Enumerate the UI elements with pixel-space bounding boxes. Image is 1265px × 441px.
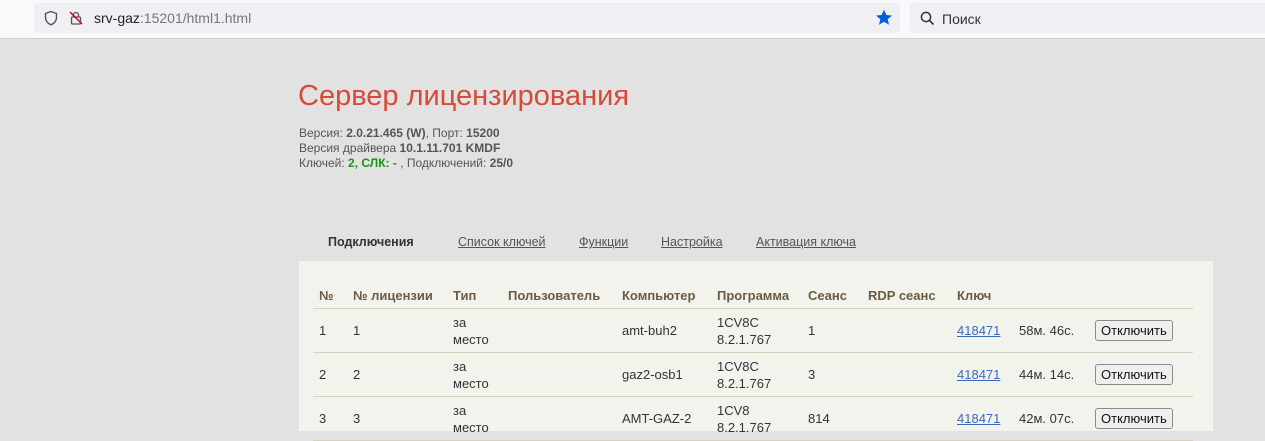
cell-user <box>502 396 616 441</box>
keys-line: Ключей: 2, СЛК: - , Подключений: 25/0 <box>299 156 513 171</box>
connections-label: , Подключений: <box>400 156 487 170</box>
col-header-number[interactable]: № <box>313 283 347 309</box>
bookmark-star-icon[interactable] <box>874 8 894 33</box>
key-link[interactable]: 418471 <box>957 323 1000 338</box>
cell-key: 418471 <box>951 308 1013 353</box>
cell-user <box>502 352 616 397</box>
cell-key: 418471 <box>951 352 1013 397</box>
port-label: , Порт: <box>425 126 463 140</box>
cell-rdp <box>862 396 951 441</box>
search-icon <box>920 11 935 31</box>
table-row: 1 1 за место amt-buh2 1CV8C 8.2.1.767 1 … <box>313 308 1193 353</box>
keys-label: Ключей: <box>299 156 345 170</box>
cell-type: за место <box>447 352 502 397</box>
connections-table: № № лицензии Тип Пользователь Компьютер … <box>313 283 1193 441</box>
shield-icon[interactable] <box>43 10 59 31</box>
search-placeholder: Поиск <box>942 11 981 27</box>
cell-rdp <box>862 352 951 397</box>
table-row: 3 3 за место AMT-GAZ-2 1CV8 8.2.1.767 81… <box>313 396 1193 441</box>
table-row: 2 2 за место gaz2-osb1 1CV8C 8.2.1.767 3… <box>313 352 1193 397</box>
tab-connections[interactable]: Подключения <box>328 235 414 249</box>
search-box[interactable]: Поиск <box>910 3 1265 33</box>
table-header-row: № № лицензии Тип Пользователь Компьютер … <box>313 283 1193 309</box>
cell-computer: gaz2-osb1 <box>616 352 711 397</box>
cell-action: Отключить <box>1089 308 1193 353</box>
col-header-key[interactable]: Ключ <box>951 283 1013 309</box>
url-path: :15201/html1.html <box>139 10 252 26</box>
insecure-lock-icon[interactable] <box>68 10 84 31</box>
cell-number: 2 <box>313 352 347 397</box>
url-host: srv-gaz <box>94 10 140 26</box>
col-header-rdp[interactable]: RDP сеанс <box>862 283 951 309</box>
version-value: 2.0.21.465 (W) <box>346 126 426 140</box>
cell-program: 1CV8C 8.2.1.767 <box>711 308 802 353</box>
cell-computer: amt-buh2 <box>616 308 711 353</box>
driver-label: Версия драйвера <box>299 141 397 155</box>
cell-type: за место <box>447 308 502 353</box>
cell-number: 1 <box>313 308 347 353</box>
col-header-program[interactable]: Программа <box>711 283 802 309</box>
cell-program: 1CV8 8.2.1.767 <box>711 396 802 441</box>
driver-line: Версия драйвера 10.1.11.701 KMDF <box>299 141 513 156</box>
col-header-session[interactable]: Сеанс <box>802 283 862 309</box>
col-header-type[interactable]: Тип <box>447 283 502 309</box>
disconnect-button[interactable]: Отключить <box>1095 320 1173 341</box>
disconnect-button[interactable]: Отключить <box>1095 364 1173 385</box>
cell-time: 42м. 07с. <box>1013 396 1089 441</box>
cell-license: 1 <box>347 308 447 353</box>
col-header-action <box>1089 283 1193 309</box>
connections-panel: № № лицензии Тип Пользователь Компьютер … <box>299 261 1213 441</box>
cell-license: 2 <box>347 352 447 397</box>
col-header-license[interactable]: № лицензии <box>347 283 447 309</box>
col-header-time <box>1013 283 1089 309</box>
cell-computer: AMT-GAZ-2 <box>616 396 711 441</box>
cell-program: 1CV8C 8.2.1.767 <box>711 352 802 397</box>
key-link[interactable]: 418471 <box>957 411 1000 426</box>
cell-license: 3 <box>347 396 447 441</box>
cell-action: Отключить <box>1089 352 1193 397</box>
cell-action: Отключить <box>1089 396 1193 441</box>
keys-value: 2, <box>348 156 359 170</box>
server-info: Версия: 2.0.21.465 (W), Порт: 15200 Верс… <box>299 126 513 171</box>
cell-session: 814 <box>802 396 862 441</box>
col-header-computer[interactable]: Компьютер <box>616 283 711 309</box>
browser-toolbar: srv-gaz:15201/html1.html Поиск <box>0 0 1265 39</box>
cell-key: 418471 <box>951 396 1013 441</box>
port-value: 15200 <box>466 126 500 140</box>
address-bar[interactable]: srv-gaz:15201/html1.html <box>34 3 900 33</box>
page-title: Сервер лицензирования <box>298 80 630 112</box>
tab-functions[interactable]: Функции <box>579 235 628 249</box>
version-line: Версия: 2.0.21.465 (W), Порт: 15200 <box>299 126 513 141</box>
cell-rdp <box>862 308 951 353</box>
url-text[interactable]: srv-gaz:15201/html1.html <box>94 10 251 26</box>
cell-number: 3 <box>313 396 347 441</box>
cell-time: 44м. 14с. <box>1013 352 1089 397</box>
tab-key-list[interactable]: Список ключей <box>458 235 546 249</box>
connections-value: 25/0 <box>489 156 514 170</box>
cell-user <box>502 308 616 353</box>
slk-value: СЛК: - <box>361 156 397 170</box>
version-label: Версия: <box>299 126 343 140</box>
cell-time: 58м. 46с. <box>1013 308 1089 353</box>
tab-key-activation[interactable]: Активация ключа <box>756 235 856 249</box>
disconnect-button[interactable]: Отключить <box>1095 408 1173 429</box>
driver-value: 10.1.11.701 KMDF <box>399 141 501 155</box>
cell-session: 3 <box>802 352 862 397</box>
col-header-user[interactable]: Пользователь <box>502 283 616 309</box>
key-link[interactable]: 418471 <box>957 367 1000 382</box>
cell-session: 1 <box>802 308 862 353</box>
tab-settings[interactable]: Настройка <box>661 235 723 249</box>
cell-type: за место <box>447 396 502 441</box>
